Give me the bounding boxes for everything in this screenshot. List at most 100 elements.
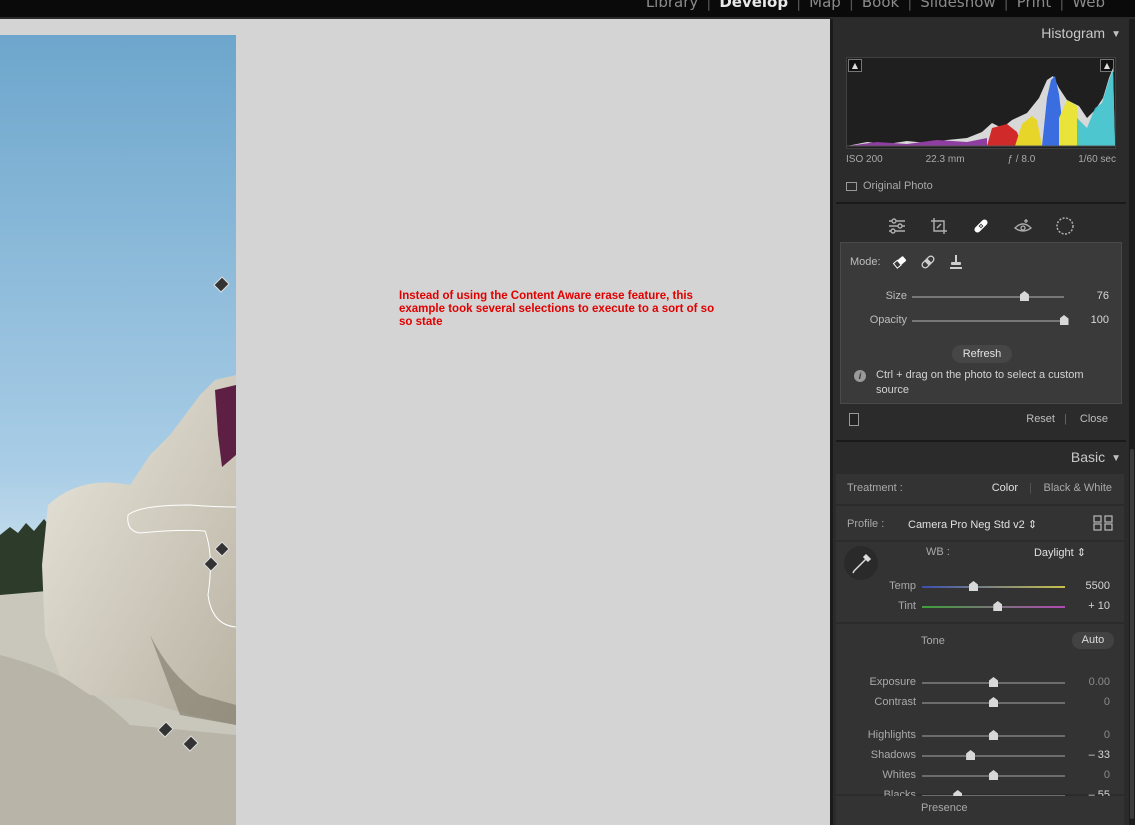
profile-browser-grid-icon[interactable] [1093, 515, 1113, 531]
size-slider[interactable]: Size 76 [841, 287, 1123, 307]
tool-strip [833, 211, 1128, 241]
tint-track[interactable] [922, 601, 1065, 611]
opacity-value[interactable]: 100 [1091, 314, 1109, 326]
module-web[interactable]: Web [1064, 0, 1113, 11]
shadows-value[interactable]: – 33 [1089, 749, 1110, 761]
temp-value[interactable]: 5500 [1086, 580, 1110, 592]
heal-mode-icon[interactable] [919, 253, 937, 271]
temp-slider[interactable]: Temp 5500 [836, 578, 1124, 596]
histogram[interactable]: ▲ ▲ [846, 57, 1116, 149]
presence-section: Presence [836, 796, 1124, 825]
masking-icon[interactable] [1054, 215, 1076, 237]
source-hint: i Ctrl + drag on the photo to select a c… [854, 368, 1114, 398]
collapse-triangle-icon[interactable]: ▼ [1111, 453, 1121, 464]
shadows-label: Shadows [870, 749, 916, 761]
tint-label: Tint [898, 600, 916, 612]
highlights-track[interactable] [922, 730, 1065, 740]
module-map[interactable]: Map [801, 0, 849, 11]
mode-row: Mode: [850, 253, 965, 271]
exposure-track[interactable] [922, 677, 1065, 687]
size-value[interactable]: 76 [1097, 290, 1109, 302]
histogram-header[interactable]: Histogram ▼ [1041, 25, 1121, 41]
refresh-button[interactable]: Refresh [952, 345, 1012, 363]
module-print[interactable]: Print [1009, 0, 1060, 11]
opacity-label: Opacity [869, 314, 907, 326]
highlights-slider[interactable]: Highlights 0 [836, 727, 1124, 745]
auto-tone-button[interactable]: Auto [1072, 632, 1114, 649]
exposure-knob[interactable] [989, 677, 998, 687]
opacity-knob[interactable] [1059, 315, 1069, 325]
whites-label: Whites [882, 769, 916, 781]
shadows-knob[interactable] [966, 750, 976, 760]
photo-canvas[interactable]: Instead of using the Content Aware erase… [0, 19, 830, 825]
module-library[interactable]: Library [638, 0, 706, 11]
info-icon: i [854, 370, 866, 382]
collapse-triangle-icon[interactable]: ▼ [1111, 29, 1121, 40]
wb-dropdown[interactable]: Daylight ⇕ [1034, 546, 1086, 559]
section-separator [836, 202, 1126, 204]
temp-track[interactable] [922, 581, 1065, 591]
treatment-color-button[interactable]: Color [992, 482, 1018, 494]
eyedropper-icon[interactable] [844, 546, 878, 580]
contrast-slider[interactable]: Contrast 0 [836, 694, 1124, 712]
module-book[interactable]: Book [854, 0, 907, 11]
contrast-knob[interactable] [989, 697, 998, 707]
content-aware-remove-icon[interactable] [891, 253, 909, 271]
shutter-value: 1/60 sec [1078, 154, 1116, 165]
photo-preview[interactable] [0, 35, 236, 825]
profile-dropdown[interactable]: Camera Pro Neg Std v2 ⇕ [908, 518, 1037, 531]
opacity-track[interactable] [912, 315, 1069, 325]
hint-text: Ctrl + drag on the photo to select a cus… [876, 369, 1084, 396]
wb-label: WB : [926, 546, 950, 558]
original-photo-toggle[interactable]: Original Photo [846, 180, 933, 192]
contrast-track[interactable] [922, 697, 1065, 707]
reset-button[interactable]: Reset [1026, 413, 1055, 425]
crop-icon[interactable] [928, 215, 950, 237]
whites-slider[interactable]: Whites 0 [836, 767, 1124, 785]
edit-sliders-icon[interactable] [886, 215, 908, 237]
whites-value[interactable]: 0 [1104, 769, 1110, 781]
focal-length-value: 22.3 mm [925, 154, 965, 165]
panel-scrollbar[interactable] [1129, 19, 1135, 825]
whites-track[interactable] [922, 770, 1065, 780]
contrast-value[interactable]: 0 [1104, 696, 1110, 708]
temp-knob[interactable] [968, 581, 978, 591]
exposure-value[interactable]: 0.00 [1089, 676, 1110, 688]
whites-knob[interactable] [989, 770, 998, 780]
highlights-knob[interactable] [989, 730, 998, 740]
exposure-slider[interactable]: Exposure 0.00 [836, 674, 1124, 692]
healing-panel: Mode: Size 76 Opacity 100 Refresh i Ctrl… [840, 242, 1122, 404]
original-photo-checkbox[interactable] [846, 181, 857, 191]
size-track[interactable] [912, 291, 1064, 301]
treatment-bw-button[interactable]: Black & White [1044, 482, 1112, 494]
annotation-note: Instead of using the Content Aware erase… [399, 290, 715, 328]
presence-label: Presence [921, 802, 968, 814]
scrollbar-thumb[interactable] [1130, 449, 1134, 819]
highlights-value[interactable]: 0 [1104, 729, 1110, 741]
close-button[interactable]: Close [1080, 413, 1108, 425]
size-knob[interactable] [1019, 291, 1029, 301]
panel-toggle-switch[interactable] [849, 413, 859, 426]
clone-stamp-icon[interactable] [947, 253, 965, 271]
module-slideshow[interactable]: Slideshow [912, 0, 1003, 11]
profile-value: Camera Pro Neg Std v2 [908, 519, 1025, 531]
healing-bandage-icon[interactable] [970, 215, 992, 237]
profile-row: Profile : Camera Pro Neg Std v2 ⇕ [836, 506, 1124, 540]
aperture-value: ƒ / 8.0 [1007, 154, 1036, 165]
red-eye-icon[interactable] [1012, 215, 1034, 237]
tint-slider[interactable]: Tint + 10 [836, 598, 1124, 616]
tint-knob[interactable] [993, 601, 1003, 611]
opacity-slider[interactable]: Opacity 100 [841, 311, 1123, 331]
original-photo-label: Original Photo [863, 180, 933, 192]
section-separator [836, 440, 1126, 442]
shadows-slider[interactable]: Shadows – 33 [836, 747, 1124, 765]
shadows-track[interactable] [922, 750, 1065, 760]
right-panel: Histogram ▼ ▲ ▲ ISO 200 22.3 mm ƒ / 8.0 1… [833, 19, 1135, 825]
iso-value: ISO 200 [846, 154, 883, 165]
exif-info: ISO 200 22.3 mm ƒ / 8.0 1/60 sec [846, 154, 1116, 165]
module-develop[interactable]: Develop [711, 0, 796, 11]
basic-header[interactable]: Basic ▼ [1071, 449, 1121, 465]
module-list: Library | Develop | Map | Book | Slideshow | Print… [638, 0, 1113, 11]
tint-value[interactable]: + 10 [1088, 600, 1110, 612]
heal-footer: Reset | Close [840, 406, 1122, 434]
